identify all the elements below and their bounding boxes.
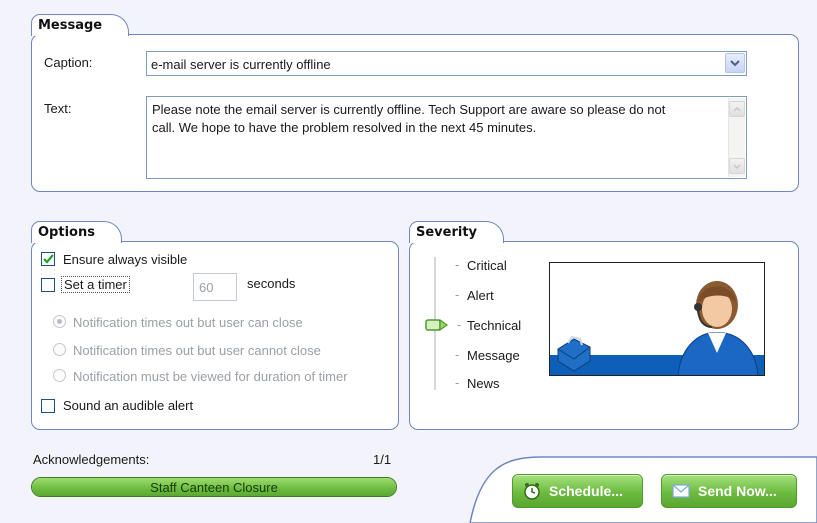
caption-label: Caption: [44,55,93,70]
schedule-label: Schedule... [549,483,623,499]
send-now-button[interactable]: Send Now... [661,474,797,508]
ensure-visible-checkbox[interactable] [41,252,55,266]
radio-view-duration[interactable] [53,369,66,382]
radio-view-duration-label[interactable]: Notification must be viewed for duration… [73,369,348,384]
textarea-scrollbar[interactable] [728,98,745,177]
acknowledgement-progress-bar: Staff Canteen Closure [31,477,397,497]
severity-section-title: Severity [409,221,505,243]
severity-tick: - [457,317,462,332]
message-textarea[interactable]: Please note the email server is currentl… [146,96,747,179]
radio-timeout-cannot-close-label[interactable]: Notification times out but user cannot c… [73,343,321,358]
severity-technical[interactable]: Technical [467,318,521,333]
set-timer-checkbox[interactable] [41,278,55,292]
severity-illustration [549,262,765,376]
text-label: Text: [44,101,72,116]
severity-alert[interactable]: Alert [467,288,494,303]
severity-news[interactable]: News [467,376,500,391]
arrow-pointer-icon[interactable] [425,318,455,332]
radio-timeout-can-close-label[interactable]: Notification times out but user can clos… [73,315,303,330]
send-now-label: Send Now... [698,483,777,499]
options-section-title: Options [31,221,122,243]
severity-message[interactable]: Message [467,348,520,363]
message-text-line-1: Please note the email server is currentl… [152,102,666,117]
radio-timeout-can-close[interactable] [53,315,66,328]
timer-input[interactable]: 60 [193,273,237,301]
timer-units: seconds [247,276,296,291]
radio-timeout-cannot-close[interactable] [53,343,66,356]
chevron-down-icon[interactable] [725,53,745,73]
schedule-button[interactable]: Schedule... [512,474,643,508]
scroll-up-icon[interactable] [729,101,745,117]
progress-label: Staff Canteen Closure [150,480,278,495]
clock-icon [523,482,541,500]
severity-tick: - [455,257,460,272]
set-timer-label[interactable]: Set a timer [61,276,130,293]
severity-critical[interactable]: Critical [467,258,507,273]
sound-alert-label[interactable]: Sound an audible alert [63,398,193,413]
message-section-title: Message [31,14,130,36]
caption-value: e-mail server is currently offline [151,57,331,72]
severity-tick: - [455,287,460,302]
severity-tick: - [455,375,460,390]
sound-alert-checkbox[interactable] [41,399,55,413]
caption-select[interactable]: e-mail server is currently offline [146,51,747,76]
support-agent-icon [677,281,759,375]
acknowledgements-label: Acknowledgements: [33,452,150,467]
acknowledgements-count: 1/1 [373,452,392,467]
scroll-down-icon[interactable] [729,158,745,174]
severity-tick: - [455,347,460,362]
ensure-visible-label[interactable]: Ensure always visible [63,252,187,267]
timer-value: 60 [199,280,214,295]
envelope-icon [672,482,690,500]
message-text-line-2: call. We hope to have the problem resolv… [152,120,537,135]
